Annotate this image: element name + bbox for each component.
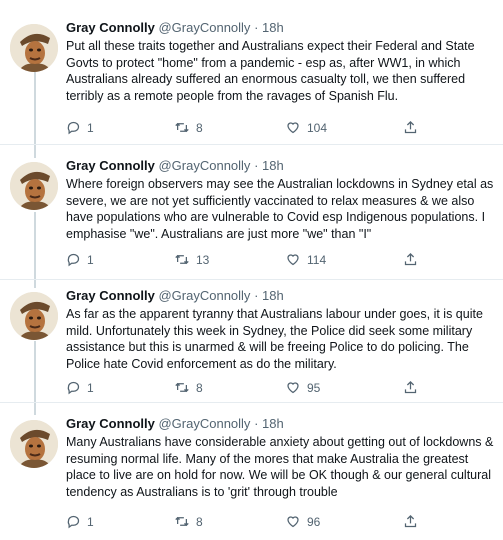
- share-icon: [403, 252, 418, 267]
- like-count: 96: [307, 514, 321, 529]
- author-name[interactable]: Gray Connolly: [66, 416, 155, 431]
- retweet-button[interactable]: 8: [174, 380, 203, 395]
- separator: ·: [254, 288, 259, 303]
- author-name[interactable]: Gray Connolly: [66, 20, 155, 35]
- avatar[interactable]: [10, 162, 58, 210]
- reply-count: 1: [87, 380, 94, 395]
- heart-icon: [285, 380, 301, 395]
- share-button[interactable]: [403, 120, 418, 135]
- retweet-button[interactable]: 8: [174, 514, 203, 529]
- reply-icon: [66, 514, 81, 529]
- avatar[interactable]: [10, 24, 58, 72]
- like-count: 95: [307, 380, 321, 395]
- timestamp[interactable]: 18h: [262, 288, 284, 303]
- share-icon: [403, 380, 418, 395]
- retweet-count: 8: [196, 120, 203, 135]
- avatar[interactable]: [10, 292, 58, 340]
- retweet-count: 8: [196, 380, 203, 395]
- timestamp[interactable]: 18h: [262, 158, 284, 173]
- author-handle[interactable]: @GrayConnolly: [158, 158, 250, 173]
- retweet-count: 13: [196, 252, 210, 267]
- heart-icon: [285, 120, 301, 135]
- retweet-icon: [174, 380, 190, 395]
- share-button[interactable]: [403, 514, 418, 529]
- like-button[interactable]: 104: [285, 120, 327, 135]
- like-button[interactable]: 95: [285, 380, 320, 395]
- separator: ·: [254, 416, 259, 431]
- tweet-header: Gray Connolly @GrayConnolly · 18h: [66, 158, 284, 174]
- like-button[interactable]: 96: [285, 514, 320, 529]
- tweet-header: Gray Connolly @GrayConnolly · 18h: [66, 288, 284, 304]
- reply-button[interactable]: 1: [66, 514, 94, 529]
- share-icon: [403, 120, 418, 135]
- heart-icon: [285, 514, 301, 529]
- like-count: 114: [307, 252, 327, 267]
- timestamp[interactable]: 18h: [262, 416, 284, 431]
- tweet-actions: 1 13 114: [66, 252, 426, 270]
- reply-icon: [66, 380, 81, 395]
- tweet-header: Gray Connolly @GrayConnolly · 18h: [66, 20, 284, 36]
- share-button[interactable]: [403, 252, 418, 267]
- timestamp[interactable]: 18h: [262, 20, 284, 35]
- tweet-actions: 1 8 104: [66, 120, 426, 138]
- separator: ·: [254, 158, 259, 173]
- like-button[interactable]: 114: [285, 252, 326, 267]
- tweet-text: Where foreign observers may see the Aust…: [66, 177, 494, 241]
- reply-button[interactable]: 1: [66, 380, 94, 395]
- tweet-text: As far as the apparent tyranny that Aust…: [66, 307, 483, 371]
- retweet-button[interactable]: 13: [174, 252, 209, 267]
- retweet-button[interactable]: 8: [174, 120, 203, 135]
- author-name[interactable]: Gray Connolly: [66, 158, 155, 173]
- tweet[interactable]: Gray Connolly @GrayConnolly · 18h As far…: [0, 288, 503, 403]
- reply-button[interactable]: 1: [66, 252, 94, 267]
- author-handle[interactable]: @GrayConnolly: [158, 20, 250, 35]
- tweet[interactable]: Gray Connolly @GrayConnolly · 18h Put al…: [0, 20, 503, 145]
- tweet[interactable]: Gray Connolly @GrayConnolly · 18h Where …: [0, 158, 503, 280]
- author-handle[interactable]: @GrayConnolly: [158, 416, 250, 431]
- like-count: 104: [307, 120, 328, 135]
- tweet-thread: Gray Connolly @GrayConnolly · 18h Put al…: [0, 0, 503, 540]
- tweet-actions: 1 8 95: [66, 380, 426, 398]
- tweet-actions: 1 8 96: [66, 514, 426, 532]
- retweet-icon: [174, 514, 190, 529]
- author-handle[interactable]: @GrayConnolly: [158, 288, 250, 303]
- tweet-text: Put all these traits together and Austra…: [66, 39, 475, 103]
- share-icon: [403, 514, 418, 529]
- retweet-icon: [174, 252, 190, 267]
- reply-icon: [66, 120, 81, 135]
- reply-icon: [66, 252, 81, 267]
- reply-count: 1: [87, 514, 94, 529]
- tweet[interactable]: Gray Connolly @GrayConnolly · 18h Many A…: [0, 416, 503, 540]
- retweet-icon: [174, 120, 190, 135]
- separator: ·: [254, 20, 259, 35]
- reply-button[interactable]: 1: [66, 120, 94, 135]
- reply-count: 1: [87, 252, 94, 267]
- author-name[interactable]: Gray Connolly: [66, 288, 155, 303]
- avatar[interactable]: [10, 420, 58, 468]
- tweet-header: Gray Connolly @GrayConnolly · 18h: [66, 416, 284, 432]
- share-button[interactable]: [403, 380, 418, 395]
- reply-count: 1: [87, 120, 94, 135]
- tweet-text: Many Australians have considerable anxie…: [66, 435, 494, 499]
- heart-icon: [285, 252, 301, 267]
- retweet-count: 8: [196, 514, 203, 529]
